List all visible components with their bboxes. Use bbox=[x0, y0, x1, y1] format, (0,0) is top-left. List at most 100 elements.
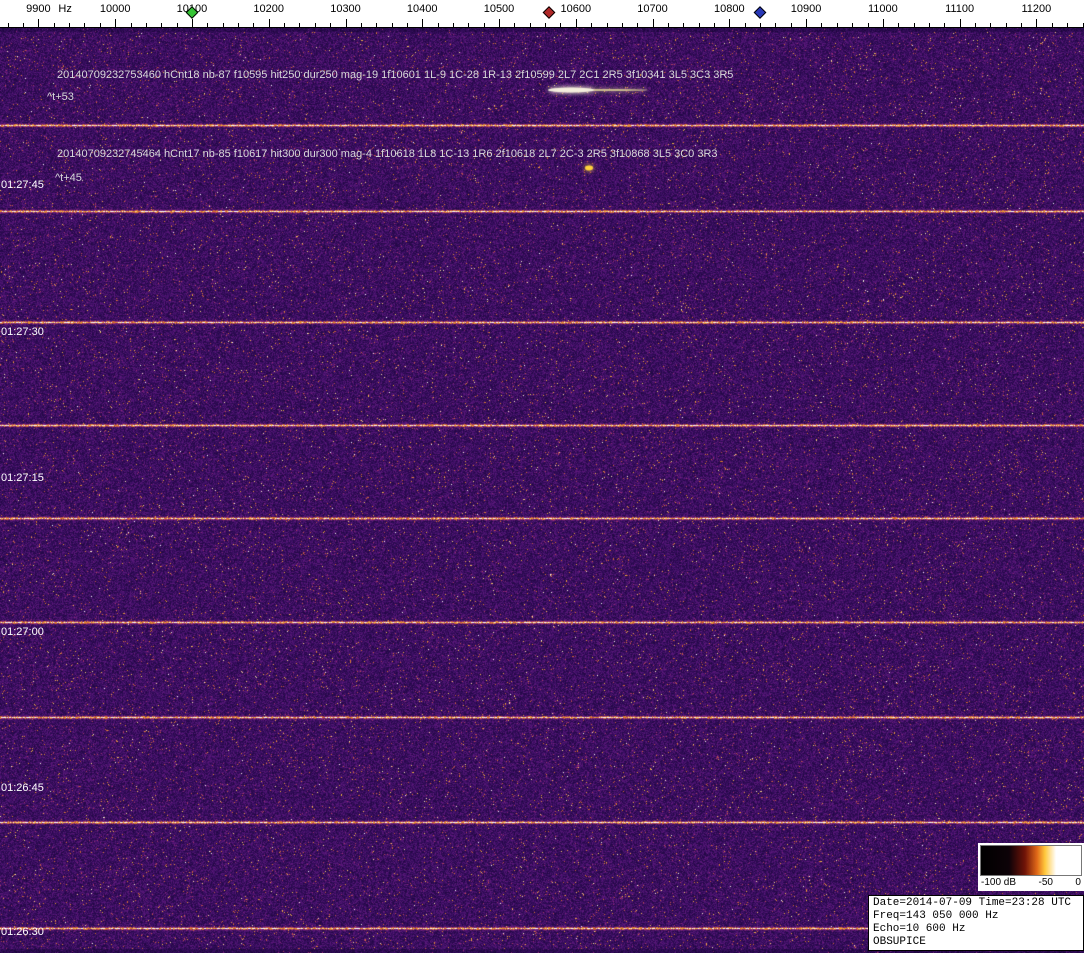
freq-tick bbox=[207, 23, 209, 27]
freq-tick bbox=[345, 19, 347, 27]
freq-tick bbox=[376, 23, 378, 27]
freq-tick bbox=[867, 23, 869, 27]
freq-tick-label: 10000 bbox=[99, 3, 131, 15]
freq-tick-label: 9900 bbox=[26, 3, 51, 15]
freq-tick bbox=[821, 23, 823, 27]
freq-tick bbox=[545, 23, 547, 27]
freq-tick bbox=[468, 23, 470, 27]
colorbar-gradient bbox=[980, 845, 1082, 876]
marker-diamond-blue[interactable] bbox=[753, 6, 767, 19]
freq-tick bbox=[222, 23, 224, 27]
freq-tick bbox=[161, 23, 163, 27]
freq-tick bbox=[99, 23, 101, 27]
freq-tick bbox=[928, 23, 930, 27]
frequency-unit-label: Hz bbox=[58, 3, 72, 15]
freq-tick bbox=[621, 23, 623, 27]
freq-tick bbox=[299, 23, 301, 27]
freq-tick bbox=[284, 23, 286, 27]
freq-tick bbox=[714, 23, 715, 27]
colorbar-legend: -100 dB -50 0 bbox=[978, 843, 1084, 891]
freq-tick bbox=[975, 23, 976, 27]
freq-tick bbox=[115, 19, 117, 27]
freq-tick bbox=[253, 23, 255, 27]
freq-tick bbox=[744, 23, 746, 27]
freq-tick bbox=[360, 23, 362, 27]
info-echo-line: Echo=10 600 Hz bbox=[873, 923, 966, 935]
freq-tick bbox=[238, 23, 239, 27]
info-box: Date=2014-07-09 Time=23:28 UTC Freq=143 … bbox=[868, 895, 1084, 951]
freq-tick bbox=[391, 23, 393, 27]
freq-tick bbox=[575, 19, 577, 27]
freq-tick bbox=[499, 19, 500, 27]
freq-tick-label: 10400 bbox=[406, 3, 438, 15]
freq-tick bbox=[437, 23, 439, 27]
legend-min-label: -100 dB bbox=[981, 877, 1017, 888]
spectrogram-canvas bbox=[0, 28, 1084, 953]
freq-tick-label: 10700 bbox=[637, 3, 668, 15]
info-freq-line: Freq=143 050 000 Hz bbox=[873, 910, 999, 922]
freq-tick bbox=[944, 23, 946, 27]
legend-mid-label: -50 bbox=[1038, 877, 1053, 888]
freq-tick bbox=[606, 23, 608, 27]
spectrogram-app: Hz 9900100001010010200103001040010500106… bbox=[0, 0, 1084, 953]
freq-tick bbox=[1051, 23, 1053, 27]
freq-tick bbox=[591, 23, 593, 27]
freq-tick bbox=[637, 23, 639, 27]
freq-tick-label: 10900 bbox=[790, 3, 822, 15]
freq-tick bbox=[422, 19, 424, 27]
freq-tick-label: 11200 bbox=[1021, 3, 1052, 15]
freq-tick bbox=[314, 23, 316, 27]
freq-tick-label: 10800 bbox=[714, 3, 745, 15]
freq-tick-label: 11000 bbox=[868, 3, 898, 15]
freq-tick-label: 10600 bbox=[560, 3, 592, 15]
freq-tick bbox=[698, 23, 700, 27]
freq-tick bbox=[1082, 23, 1084, 27]
freq-tick bbox=[1005, 23, 1007, 27]
freq-tick bbox=[69, 23, 71, 27]
freq-tick bbox=[836, 23, 838, 27]
freq-tick bbox=[882, 19, 884, 27]
freq-tick bbox=[514, 23, 516, 27]
freq-tick bbox=[1021, 23, 1022, 27]
marker-diamond-red[interactable] bbox=[542, 6, 556, 19]
legend-max-label: 0 bbox=[1075, 877, 1081, 888]
freq-tick bbox=[53, 23, 55, 27]
freq-tick bbox=[729, 19, 731, 27]
freq-tick bbox=[145, 23, 147, 27]
freq-tick bbox=[1036, 19, 1038, 27]
freq-tick-label: 10300 bbox=[330, 3, 361, 15]
freq-tick bbox=[84, 23, 86, 27]
freq-tick bbox=[406, 23, 408, 27]
freq-tick bbox=[790, 23, 792, 27]
freq-tick bbox=[452, 23, 454, 27]
frequency-ruler: Hz 9900100001010010200103001040010500106… bbox=[0, 0, 1084, 28]
freq-tick bbox=[1067, 23, 1069, 27]
freq-tick bbox=[7, 23, 9, 27]
freq-tick bbox=[667, 23, 669, 27]
freq-tick bbox=[852, 23, 854, 27]
colorbar-labels: -100 dB -50 0 bbox=[980, 876, 1082, 888]
freq-tick bbox=[529, 23, 531, 27]
freq-tick-label: 10500 bbox=[483, 3, 515, 15]
freq-tick bbox=[652, 19, 654, 27]
freq-tick-label: 11100 bbox=[945, 3, 975, 15]
info-date-line: Date=2014-07-09 Time=23:28 UTC bbox=[873, 897, 1072, 909]
freq-tick bbox=[990, 23, 992, 27]
freq-tick bbox=[913, 23, 915, 27]
freq-tick bbox=[38, 19, 40, 27]
freq-tick bbox=[760, 23, 761, 27]
freq-tick bbox=[806, 19, 808, 27]
freq-tick bbox=[176, 23, 178, 27]
freq-tick bbox=[191, 19, 193, 27]
freq-tick bbox=[683, 23, 685, 27]
freq-tick-label: 10200 bbox=[253, 3, 284, 15]
freq-tick bbox=[775, 23, 777, 27]
freq-tick bbox=[959, 19, 961, 27]
freq-tick bbox=[268, 19, 270, 27]
freq-tick bbox=[23, 23, 24, 27]
info-station-line: OBSUPICE bbox=[873, 936, 926, 948]
freq-tick bbox=[560, 23, 562, 27]
freq-tick bbox=[898, 23, 900, 27]
freq-tick bbox=[130, 23, 132, 27]
freq-tick bbox=[330, 23, 332, 27]
